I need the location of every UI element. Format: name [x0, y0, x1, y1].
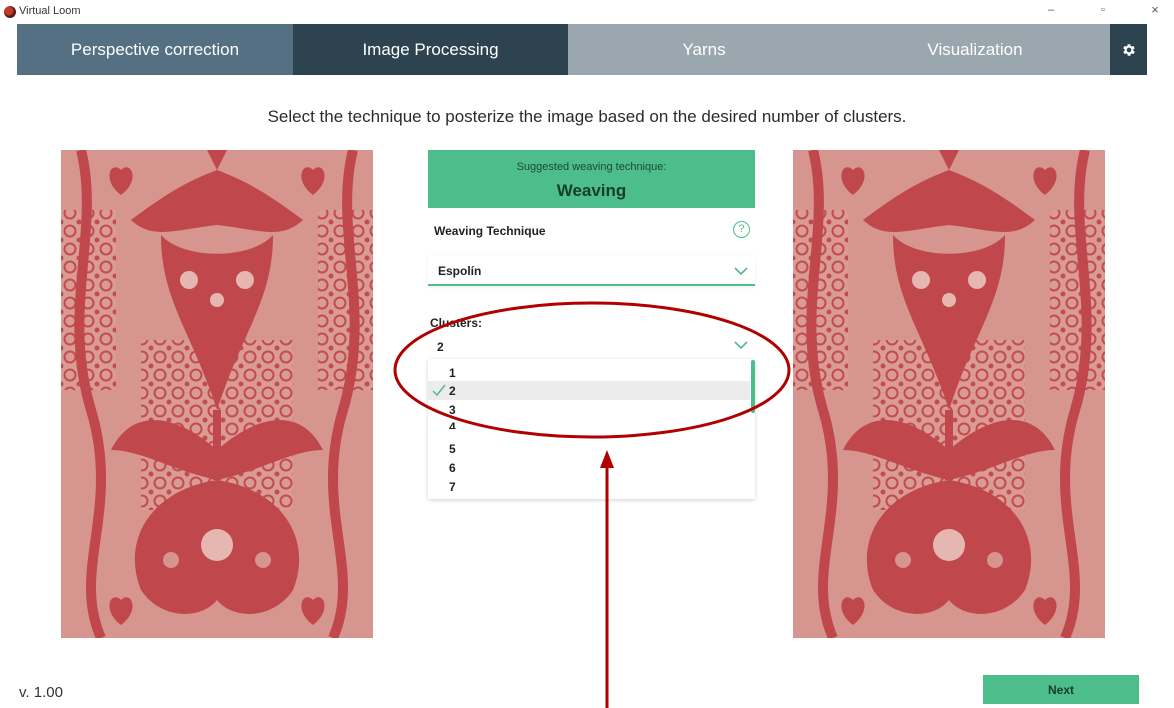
clusters-value: 2 [437, 340, 444, 354]
chevron-down-icon [734, 267, 748, 276]
posterized-fabric-image [793, 150, 1105, 638]
version-label: v. 1.00 [19, 684, 63, 701]
weaving-technique-select[interactable]: Espolín [428, 256, 755, 286]
close-button[interactable]: × [1148, 2, 1162, 17]
cluster-option[interactable]: 7 [428, 477, 750, 496]
suggested-technique-panel: Suggested weaving technique: Weaving [428, 150, 755, 208]
window-title: Virtual Loom [19, 5, 81, 17]
weaving-technique-value: Espolín [438, 264, 482, 278]
app-logo-icon [4, 6, 16, 18]
clusters-select[interactable]: 2 [428, 333, 755, 359]
cluster-option[interactable]: 6 [428, 458, 750, 477]
checkmark-icon [432, 384, 446, 396]
chevron-down-icon [734, 341, 748, 350]
tab-image-processing[interactable]: Image Processing [293, 24, 568, 75]
cluster-option[interactable]: 1 [428, 363, 750, 382]
next-button[interactable]: Next [983, 675, 1139, 704]
window-titlebar: Virtual Loom – ▫ × [0, 0, 1174, 24]
minimize-button[interactable]: – [1044, 4, 1058, 16]
cluster-option[interactable]: 5 [428, 439, 750, 458]
clusters-label: Clusters: [430, 316, 483, 330]
maximize-button[interactable]: ▫ [1096, 4, 1110, 16]
dropdown-scrollbar[interactable] [751, 360, 755, 413]
tab-perspective-correction[interactable]: Perspective correction [17, 24, 293, 75]
instruction-text: Select the technique to posterize the im… [267, 107, 907, 126]
settings-button[interactable] [1110, 24, 1147, 75]
suggested-technique-label: Suggested weaving technique: [516, 161, 667, 173]
question-circle-icon[interactable]: ? [733, 221, 750, 238]
suggested-technique-value: Weaving [556, 181, 627, 200]
clusters-dropdown-list: 1 2 3 4 5 6 7 [428, 359, 755, 499]
weaving-technique-label: Weaving Technique [434, 224, 546, 238]
cluster-option[interactable]: 4 [428, 417, 750, 429]
cluster-option-selected[interactable]: 2 [428, 381, 750, 400]
tab-yarns[interactable]: Yarns [568, 24, 840, 75]
original-fabric-image [61, 150, 373, 638]
gear-icon [1122, 43, 1135, 56]
tab-visualization[interactable]: Visualization [840, 24, 1110, 75]
main-tab-bar: Perspective correction Image Processing … [17, 24, 1147, 75]
